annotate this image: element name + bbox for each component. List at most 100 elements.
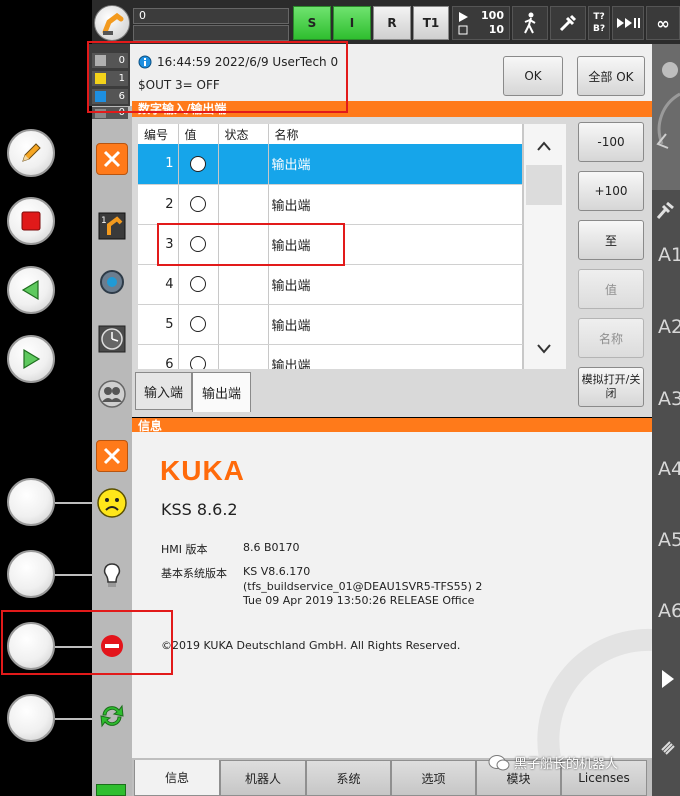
- table-scrollbar[interactable]: [523, 124, 566, 369]
- chevron-down-icon[interactable]: [536, 343, 552, 355]
- forward-button[interactable]: [7, 335, 55, 383]
- program-run-mode[interactable]: R: [373, 6, 411, 40]
- clock-button[interactable]: [96, 323, 128, 355]
- drives-button[interactable]: [96, 560, 128, 592]
- io-value-cell: [178, 304, 219, 345]
- tab-inputs[interactable]: 输入端: [135, 372, 192, 410]
- message-all-ok-button[interactable]: 全部 OK: [577, 56, 645, 96]
- column-value: 值: [178, 124, 219, 144]
- table-row[interactable]: 2 输出端: [138, 184, 523, 225]
- value-button[interactable]: 值: [578, 269, 644, 309]
- jog-override-value: 10: [488, 23, 504, 36]
- gear-icon: [100, 270, 124, 294]
- status-key-4[interactable]: [7, 694, 55, 742]
- incremental-mode-button[interactable]: [612, 6, 644, 40]
- tool-jog-icon: [656, 201, 674, 219]
- io-state-circle-icon[interactable]: [190, 276, 206, 292]
- io-status-cell: [218, 184, 269, 225]
- sad-face-icon: [97, 488, 127, 518]
- kss-version: KSS 8.6.2: [161, 500, 238, 519]
- message-ok-button[interactable]: OK: [503, 56, 563, 96]
- tool-base-button[interactable]: T? B?: [588, 6, 610, 40]
- io-state-circle-icon[interactable]: [190, 155, 206, 172]
- io-state-circle-icon[interactable]: [190, 356, 206, 369]
- minus-100-button[interactable]: -100: [578, 122, 644, 162]
- increment-value[interactable]: ∞: [646, 6, 680, 40]
- close-main-button[interactable]: [96, 143, 128, 175]
- space-mouse-icon: [656, 62, 680, 149]
- io-name-cell: 输出端: [268, 144, 523, 185]
- tab-robot[interactable]: 机器人: [220, 760, 306, 796]
- program-status-button[interactable]: 1: [96, 210, 128, 242]
- submit-interpreter-button[interactable]: [96, 700, 128, 732]
- tab-info[interactable]: 信息: [134, 760, 220, 796]
- base-system-value-line2: (tfs_buildservice_01@DEAU1SVR5-TFS55) 2: [243, 580, 483, 593]
- recycle-arrows-icon: [100, 704, 124, 728]
- io-value-cell: [178, 344, 219, 369]
- io-status-cell: [218, 304, 269, 345]
- table-row[interactable]: 5 输出端: [138, 304, 523, 345]
- jog-type-button[interactable]: [512, 6, 548, 40]
- axis-a2-label[interactable]: A2: [658, 316, 680, 338]
- close-info-button[interactable]: [96, 440, 128, 472]
- hmi-version-value: 8.6 B0170: [243, 541, 300, 554]
- table-row[interactable]: 4 输出端: [138, 264, 523, 305]
- base-label: B?: [592, 24, 606, 34]
- highlight-message-box: [87, 41, 348, 113]
- robot-interpreter-status[interactable]: I: [333, 6, 371, 40]
- kuka-robot-icon: [102, 12, 124, 35]
- stop-button[interactable]: [7, 197, 55, 245]
- operating-mode[interactable]: T1: [413, 6, 449, 40]
- robot-state-button[interactable]: [96, 487, 128, 519]
- stop-icon: [21, 211, 41, 231]
- io-name-cell: 输出端: [268, 264, 523, 305]
- status-key-1[interactable]: [7, 478, 55, 526]
- background-arc-decoration: [537, 628, 652, 758]
- space-mouse-area[interactable]: [652, 44, 680, 190]
- user-group-icon: [98, 380, 126, 408]
- io-number-cell: 2: [138, 184, 179, 225]
- simulate-toggle-button[interactable]: 模拟打开/关闭: [578, 367, 644, 407]
- axis-a3-label[interactable]: A3: [658, 388, 680, 410]
- chevron-up-icon[interactable]: [536, 140, 552, 152]
- override-button[interactable]: 100 10: [452, 6, 510, 40]
- io-status-cell: [218, 144, 269, 185]
- io-name-cell: 输出端: [268, 184, 523, 225]
- status-key-2[interactable]: [7, 550, 55, 598]
- status-field-top: 0: [133, 8, 289, 24]
- light-bulb-icon: [103, 563, 121, 587]
- tab-system[interactable]: 系统: [306, 760, 391, 796]
- io-state-circle-icon[interactable]: [190, 196, 206, 212]
- column-name: 名称: [268, 124, 523, 144]
- tab-options[interactable]: 选项: [391, 760, 476, 796]
- axis-a6-label[interactable]: A6: [658, 600, 680, 622]
- page-forward-icon[interactable]: [660, 668, 676, 690]
- tab-outputs[interactable]: 输出端: [192, 372, 251, 412]
- pencil-icon: [22, 143, 41, 162]
- main-menu-button[interactable]: [94, 5, 130, 41]
- table-row[interactable]: 1 输出端: [138, 144, 523, 185]
- submit-interpreter-status[interactable]: S: [293, 6, 331, 40]
- connector-line: [55, 574, 95, 576]
- copyright-text: ©2019 KUKA Deutschland GmbH. All Rights …: [161, 639, 461, 652]
- axis-a4-label[interactable]: A4: [658, 458, 680, 480]
- axis-a5-label[interactable]: A5: [658, 529, 680, 551]
- configuration-button[interactable]: [96, 266, 128, 298]
- user-group-button[interactable]: [96, 378, 128, 410]
- name-button[interactable]: 名称: [578, 318, 644, 358]
- backward-button[interactable]: [7, 266, 55, 314]
- left-hardware-panel: [0, 0, 92, 796]
- svg-text:1: 1: [101, 216, 107, 226]
- close-icon: [103, 150, 121, 168]
- coordinate-system-button[interactable]: [550, 6, 586, 40]
- axis-a1-label[interactable]: A1: [658, 244, 680, 266]
- table-row[interactable]: 6 输出端: [138, 344, 523, 369]
- base-system-value-line3: Tue 09 Apr 2019 13:50:26 RELEASE Office: [243, 594, 475, 607]
- goto-button[interactable]: 至: [578, 220, 644, 260]
- scrollbar-thumb[interactable]: [526, 165, 562, 205]
- plus-100-button[interactable]: +100: [578, 171, 644, 211]
- edit-button[interactable]: [7, 129, 55, 177]
- io-name-cell: 输出端: [268, 304, 523, 345]
- io-state-circle-icon[interactable]: [190, 316, 206, 332]
- tool-label: T?: [593, 12, 605, 22]
